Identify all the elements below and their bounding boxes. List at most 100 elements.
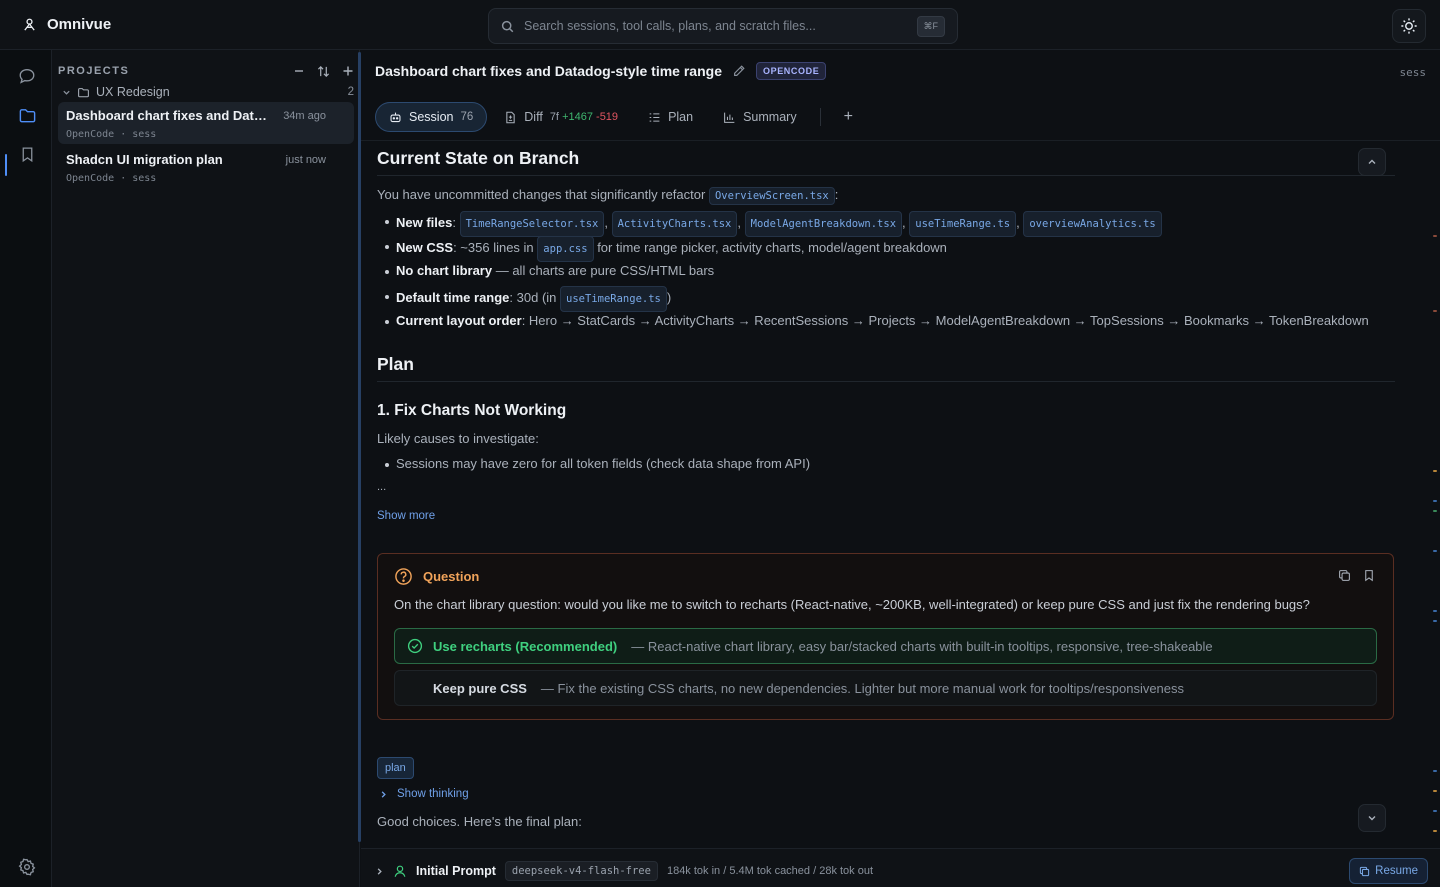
bullet-label: Default time range <box>396 290 510 305</box>
resume-button[interactable]: Resume <box>1349 858 1428 884</box>
option-use-recharts[interactable]: Use recharts (Recommended) — React-nativ… <box>394 628 1377 664</box>
show-thinking-toggle[interactable]: Show thinking <box>379 788 469 800</box>
bullet-text: ) <box>666 290 672 305</box>
session-tag: sess <box>132 129 157 140</box>
project-group-name: UX Redesign <box>96 85 170 99</box>
copy-icon[interactable] <box>1338 569 1351 582</box>
folder-icon <box>78 87 89 97</box>
collapse-all-icon[interactable] <box>293 65 305 77</box>
heading-divider <box>377 175 1395 176</box>
minimap-marker <box>1433 610 1437 612</box>
heading-current-state: Current State on Branch <box>377 148 580 168</box>
list-checks-icon <box>649 112 660 122</box>
collapse-up-button[interactable] <box>1358 148 1386 176</box>
user-icon <box>394 865 406 877</box>
tab-session-label: Session <box>409 110 454 124</box>
app-brand[interactable]: Omnivue <box>22 16 111 33</box>
prompt-footer: Initial Prompt deepseek-v4-flash-free 18… <box>361 848 1440 887</box>
minimap-marker <box>1433 235 1437 237</box>
tab-session[interactable]: Session 76 <box>375 102 488 132</box>
intro-text: You have uncommitted changes that signif… <box>377 187 706 202</box>
minimap-marker <box>1433 830 1437 832</box>
heading-fix-charts: 1. Fix Charts Not Working <box>377 402 567 419</box>
add-tab-button[interactable]: + <box>831 102 866 132</box>
bullet-text: : Hero → StatCards → ActivityCharts → Re… <box>521 313 1369 328</box>
prompt-title: Initial Prompt <box>416 864 496 878</box>
tab-summary-label: Summary <box>743 110 797 124</box>
chevron-right-icon <box>377 867 382 875</box>
add-project-icon[interactable] <box>342 65 354 77</box>
list-item: Current layout order: Hero → StatCards →… <box>377 311 1395 336</box>
theme-toggle-button[interactable] <box>1392 9 1426 43</box>
inline-code: TimeRangeSelector.tsx <box>459 211 605 237</box>
inline-code: useTimeRange.ts <box>560 286 667 312</box>
session-list-item[interactable]: Dashboard chart fixes and Data... 34m ag… <box>58 102 354 144</box>
meta-separator: · <box>120 129 133 140</box>
plan-document: Current State on Branch You have uncommi… <box>377 148 1395 522</box>
intro-end: : <box>834 187 839 202</box>
session-meta: OpenCode · sess <box>66 129 346 140</box>
bookmark-icon <box>22 146 32 162</box>
list-item: No chart library — all charts are pure C… <box>377 261 1395 286</box>
bookmarks-nav-button[interactable] <box>14 141 40 167</box>
session-time: 34m ago <box>283 110 326 122</box>
minimap-gutter[interactable] <box>1430 140 1440 840</box>
session-meta: OpenCode · sess <box>66 173 346 184</box>
minimap-marker <box>1433 310 1437 312</box>
logo-icon <box>24 18 35 31</box>
chat-nav-button[interactable] <box>14 63 40 89</box>
heading-plan: Plan <box>377 354 414 374</box>
assistant-message: Good choices. Here's the final plan: <box>377 814 582 829</box>
bullet-text: for time range picker, activity charts, … <box>597 240 947 255</box>
option-description: — React-native chart library, easy bar/s… <box>631 638 1213 654</box>
projects-nav-button[interactable] <box>14 102 40 128</box>
top-bar: Omnivue Search sessions, tool calls, pla… <box>0 0 1440 50</box>
settings-nav-button[interactable] <box>14 854 40 880</box>
tab-divider <box>819 108 821 126</box>
minimap-marker <box>1433 550 1437 552</box>
minimap-marker <box>1433 770 1437 772</box>
scroll-down-button[interactable] <box>1358 804 1386 832</box>
bullet-label: Current layout order <box>396 313 522 328</box>
session-header: Dashboard chart fixes and Datadog-style … <box>375 62 827 80</box>
question-actions <box>1338 569 1375 582</box>
show-more-link[interactable]: Show more <box>377 510 435 522</box>
app-name: Omnivue <box>47 16 112 33</box>
diff-stats: 7f +1467 -519 <box>550 111 618 123</box>
plan-chip[interactable]: plan <box>377 757 414 779</box>
edit-pencil-icon[interactable] <box>732 64 746 78</box>
minimap-marker <box>1433 810 1437 812</box>
bookmark-icon[interactable] <box>1363 569 1375 582</box>
session-time: just now <box>285 154 326 166</box>
state-bullet-list: New files: TimeRangeSelector.tsx, Activi… <box>377 211 1395 336</box>
tab-plan[interactable]: Plan <box>635 102 706 132</box>
question-circle-icon <box>395 568 412 585</box>
option-keep-css[interactable]: Keep pure CSS — Fix the existing CSS cha… <box>394 670 1377 706</box>
question-title: Question <box>423 569 480 584</box>
intro-paragraph: You have uncommitted changes that signif… <box>377 187 1395 205</box>
search-shortcut: ⌘F <box>916 15 945 37</box>
prompt-summary[interactable]: Initial Prompt deepseek-v4-flash-free 18… <box>375 861 873 881</box>
active-nav-indicator <box>5 154 7 176</box>
list-item: New CSS: ~356 lines in app.css for time … <box>377 236 1395 262</box>
option-label: Use recharts (Recommended) <box>433 638 618 654</box>
causes-bullet-list: Sessions may have zero for all token fie… <box>377 454 1395 479</box>
resume-label: Resume <box>1375 865 1418 877</box>
projects-header: PROJECTS <box>58 60 354 82</box>
list-item: Default time range: 30d (in useTimeRange… <box>377 286 1395 312</box>
projects-panel: PROJECTS UX Redesign 2 Dashboard chart f… <box>52 50 360 887</box>
tab-session-count: 76 <box>460 111 474 123</box>
diff-files: 7f <box>549 111 559 123</box>
tab-summary[interactable]: Summary <box>710 102 809 132</box>
gear-icon <box>18 858 36 876</box>
tab-diff[interactable]: Diff 7f +1467 -519 <box>491 102 631 132</box>
session-list-item[interactable]: Shadcn UI migration plan just now OpenCo… <box>58 146 354 188</box>
search-bar[interactable]: Search sessions, tool calls, plans, and … <box>488 8 958 44</box>
sort-icon[interactable] <box>317 65 330 78</box>
projects-title: PROJECTS <box>58 65 130 77</box>
project-group-ux-redesign[interactable]: UX Redesign 2 <box>62 83 354 101</box>
inline-code: ActivityCharts.tsx <box>611 211 738 237</box>
session-tabs: Session 76 Diff 7f +1467 -519 Plan Summa… <box>375 101 866 133</box>
check-circle-icon <box>407 638 423 654</box>
diff-removed: -519 <box>596 111 619 123</box>
